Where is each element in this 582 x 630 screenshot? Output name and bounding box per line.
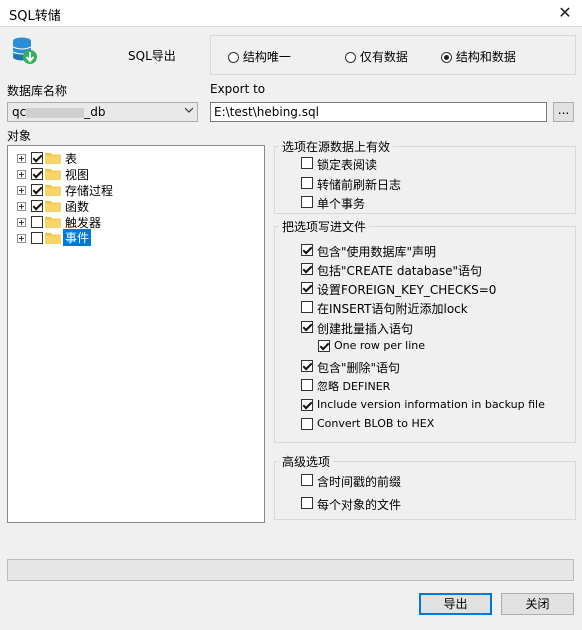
- tree-checkbox[interactable]: [31, 232, 43, 244]
- option-label: Convert BLOB to HEX: [317, 417, 435, 430]
- radio-structure-only[interactable]: 结构唯一: [228, 48, 291, 65]
- option-checkbox[interactable]: [301, 418, 313, 430]
- close-button[interactable]: 关闭: [501, 593, 574, 615]
- advanced-options-title: 高级选项: [279, 453, 334, 470]
- progress-bar: [7, 559, 574, 581]
- option-checkbox[interactable]: [301, 360, 313, 372]
- radio-label: 结构唯一: [242, 50, 291, 64]
- radio-label: 结构和数据: [455, 50, 516, 64]
- database-select-value: qc _db: [12, 105, 105, 119]
- option-checkbox[interactable]: [301, 177, 313, 189]
- radio-indicator-selected[interactable]: [441, 52, 452, 63]
- option-checkbox[interactable]: [301, 244, 313, 256]
- file-options-title: 把选项写进文件: [279, 218, 370, 235]
- option-label: 转储前刷新日志: [317, 178, 402, 192]
- option-label: Include version information in backup fi…: [317, 398, 545, 411]
- browse-button[interactable]: ...: [553, 102, 574, 122]
- option-checkbox[interactable]: [301, 497, 313, 509]
- radio-label: 仅有数据: [359, 50, 408, 64]
- tree-item-procedures[interactable]: 存储过程: [8, 178, 264, 198]
- expand-icon[interactable]: [17, 234, 26, 243]
- tree-item-triggers[interactable]: 触发器: [8, 210, 264, 230]
- option-label: One row per line: [334, 339, 426, 352]
- radio-data-only[interactable]: 仅有数据: [345, 48, 408, 65]
- export-to-label: Export to: [210, 82, 266, 96]
- option-checkbox[interactable]: [301, 474, 313, 486]
- export-path-input[interactable]: E:\test\hebing.sql: [210, 102, 547, 122]
- option-checkbox[interactable]: [318, 340, 330, 352]
- window-title: SQL转储: [9, 9, 61, 24]
- radio-indicator[interactable]: [345, 52, 356, 63]
- tree-item-tables[interactable]: 表: [8, 146, 264, 166]
- title-bar: SQL转储 ✕: [0, 0, 582, 27]
- objects-label: 对象: [7, 129, 32, 143]
- tree-item-views[interactable]: 视图: [8, 162, 264, 182]
- option-label: 包含"删除"语句: [317, 361, 401, 375]
- option-checkbox[interactable]: [301, 157, 313, 169]
- option-label: 创建批量插入语句: [317, 322, 414, 336]
- radio-structure-and-data[interactable]: 结构和数据: [441, 48, 516, 65]
- tree-item-events[interactable]: 事件: [8, 226, 264, 246]
- option-checkbox[interactable]: [301, 321, 313, 333]
- radio-indicator[interactable]: [228, 52, 239, 63]
- option-checkbox[interactable]: [301, 301, 313, 313]
- close-icon[interactable]: ✕: [554, 2, 576, 24]
- option-label: 单个事务: [317, 197, 366, 211]
- database-name-label: 数据库名称: [7, 84, 68, 98]
- option-label: 在INSERT语句附近添加lock: [317, 302, 468, 316]
- option-label: 每个对象的文件: [317, 498, 402, 512]
- export-path-value: E:\test\hebing.sql: [214, 105, 319, 119]
- export-button[interactable]: 导出: [419, 593, 492, 615]
- database-select[interactable]: qc _db: [7, 102, 198, 122]
- source-options-title: 选项在源数据上有效: [279, 138, 394, 155]
- option-label: 设置FOREIGN_KEY_CHECKS=0: [317, 283, 497, 297]
- option-checkbox[interactable]: [301, 282, 313, 294]
- tree-item-functions[interactable]: 函数: [8, 194, 264, 214]
- option-checkbox[interactable]: [301, 379, 313, 391]
- option-label: 包含"使用数据库"声明: [317, 245, 437, 259]
- option-label: 含时间戳的前缀: [317, 475, 402, 489]
- option-label: 忽略 DEFINER: [317, 380, 391, 393]
- database-value-suffix: _db: [84, 105, 106, 119]
- tree-item-label-selected: 事件: [63, 229, 92, 246]
- redacted-block: [26, 107, 85, 118]
- option-label: 锁定表阅读: [317, 158, 378, 172]
- sql-export-label: SQL导出: [128, 49, 176, 63]
- database-export-icon: [12, 37, 37, 64]
- option-checkbox[interactable]: [301, 399, 313, 411]
- option-label: 包括"CREATE database"语句: [317, 264, 482, 278]
- option-checkbox[interactable]: [301, 196, 313, 208]
- database-value-prefix: qc: [12, 105, 27, 119]
- folder-icon: [45, 233, 61, 244]
- option-checkbox[interactable]: [301, 263, 313, 275]
- objects-tree[interactable]: 表 视图 存储过程 函数 触发器 事件: [7, 145, 265, 523]
- chevron-down-icon: [185, 107, 193, 113]
